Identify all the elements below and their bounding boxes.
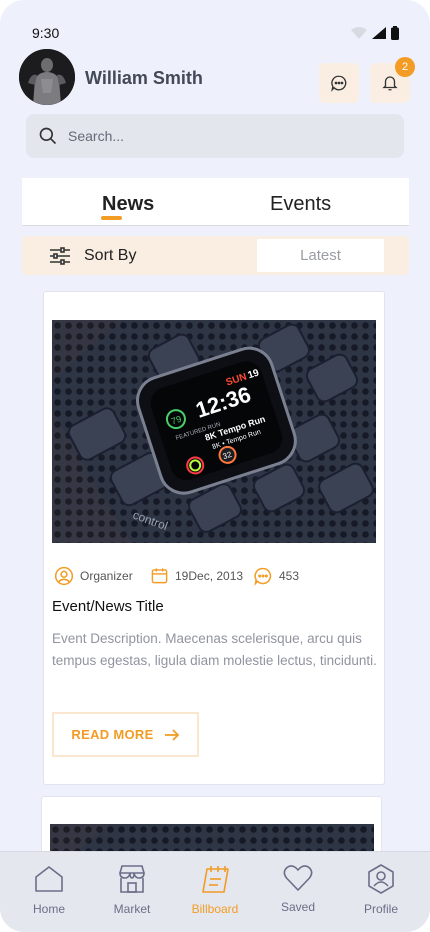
card-title[interactable]: Event/News Title	[52, 598, 164, 615]
billboard-icon	[202, 866, 229, 893]
nav-saved-label: Saved	[280, 900, 316, 914]
bottom-navigation: Home Market Billboard Saved Profile	[0, 851, 430, 932]
calendar-icon	[151, 568, 168, 584]
card-description: Event Description. Maecenas scelerisque,…	[52, 631, 377, 668]
chat-button[interactable]	[319, 63, 359, 103]
bell-icon	[382, 76, 398, 91]
signal-icon	[372, 27, 386, 39]
date-text: 19Dec, 2013	[175, 568, 244, 583]
user-circle-icon	[54, 566, 74, 586]
nav-billboard[interactable]: Billboard	[180, 864, 250, 916]
sliders-icon	[50, 247, 70, 265]
sort-bar: Sort By Latest	[22, 236, 409, 275]
status-time: 9:30	[32, 25, 60, 41]
nav-market[interactable]: Market	[97, 864, 167, 916]
tab-events[interactable]: Events	[270, 193, 331, 216]
active-tab-indicator	[101, 216, 122, 220]
notification-badge: 2	[395, 57, 415, 77]
nav-market-label: Market	[113, 902, 151, 916]
phone-screen: 9:30 William Smith 2 News Events	[0, 0, 430, 932]
nav-profile-label: Profile	[363, 902, 398, 916]
arrow-right-icon	[164, 728, 179, 741]
status-icons	[351, 26, 399, 40]
sort-select[interactable]: Latest	[257, 239, 384, 272]
chat-icon	[331, 75, 347, 92]
tab-bar: News Events	[22, 178, 409, 226]
date-meta: 19Dec, 2013	[150, 566, 243, 585]
nav-profile[interactable]: Profile	[346, 864, 416, 916]
organizer-meta: Organizer	[54, 566, 133, 586]
comments-meta[interactable]: 453	[253, 566, 299, 586]
heart-icon	[283, 865, 313, 891]
profile-icon	[368, 864, 394, 894]
nav-billboard-label: Billboard	[191, 902, 239, 916]
read-more-label: READ MORE	[71, 727, 154, 742]
card-image: control SUN 19 12:36 79 FEATURED RUN 8K …	[52, 320, 376, 543]
news-card[interactable]: control SUN 19 12:36 79 FEATURED RUN 8K …	[43, 291, 385, 785]
read-more-button[interactable]: READ MORE	[52, 712, 199, 757]
nav-home[interactable]: Home	[14, 864, 84, 916]
search-input[interactable]	[68, 128, 368, 144]
home-icon	[35, 866, 63, 892]
comment-icon	[254, 567, 272, 586]
search-bar[interactable]	[26, 114, 404, 158]
avatar[interactable]	[19, 49, 75, 105]
user-name: William Smith	[85, 68, 203, 88]
sort-label: Sort By	[84, 247, 137, 264]
market-icon	[119, 865, 145, 893]
organizer-text: Organizer	[80, 569, 133, 583]
wifi-icon	[351, 27, 367, 39]
tab-news[interactable]: News	[102, 193, 154, 216]
search-icon	[39, 127, 57, 145]
nav-saved[interactable]: Saved	[263, 864, 333, 914]
comments-count: 453	[279, 569, 300, 583]
battery-icon	[391, 26, 399, 40]
nav-home-label: Home	[32, 902, 65, 916]
